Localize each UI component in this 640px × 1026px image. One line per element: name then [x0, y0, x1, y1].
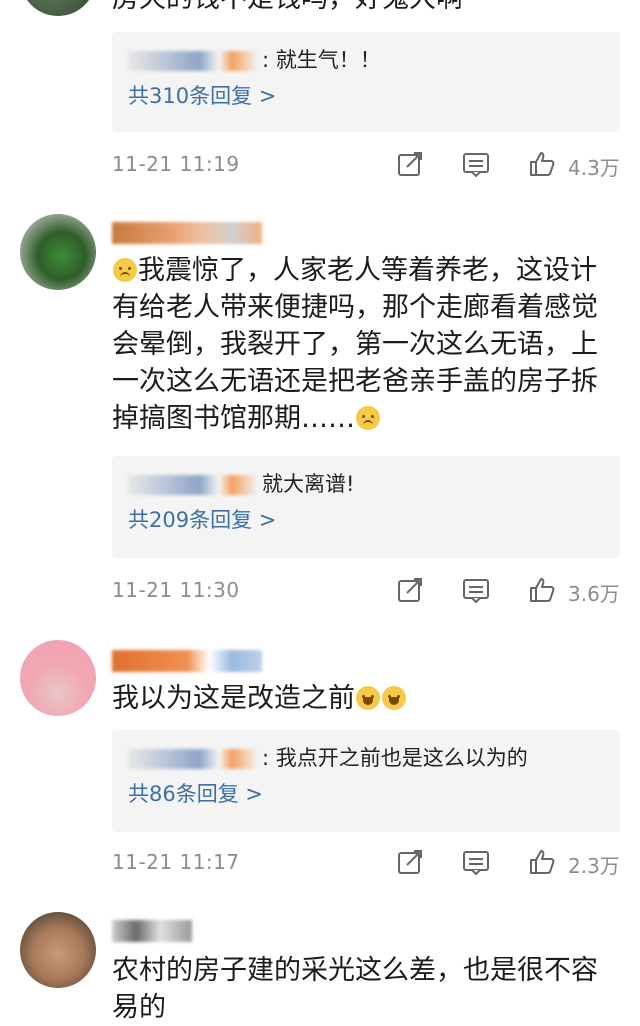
- share-icon[interactable]: [396, 150, 424, 178]
- reply-username[interactable]: [128, 475, 258, 495]
- reply-text: : 我点开之前也是这么以为的: [262, 746, 528, 770]
- username[interactable]: [112, 222, 262, 244]
- like-count: 3.6万: [568, 582, 620, 606]
- comment-text: 农村的房子建的采光这么差，也是很不容易的: [112, 955, 598, 1023]
- comment-icon[interactable]: [462, 848, 490, 876]
- comment-time: 11-21 11:17: [112, 850, 240, 874]
- comment-meta: 11-21 11:17 2.3万: [112, 848, 622, 878]
- reply-count-link[interactable]: 共86条回复 >: [128, 778, 263, 808]
- avatar[interactable]: [20, 214, 96, 290]
- reply-preview: : 就生气！！: [128, 44, 381, 74]
- comment-text: 我以为这是改造之前: [112, 680, 622, 717]
- reply-text: : 就生气！！: [262, 48, 381, 72]
- username[interactable]: [112, 650, 262, 672]
- username[interactable]: [112, 920, 192, 942]
- like-count: 4.3万: [568, 156, 620, 180]
- comment-text: 我震惊了，人家老人等着养老，这设计有给老人带来便捷吗，那个走廊看着感觉会晕倒，我…: [112, 255, 598, 434]
- reply-count-link[interactable]: 共310条回复 >: [128, 80, 276, 110]
- reply-preview: 就大离谱!: [128, 468, 354, 498]
- laugh-cry-icon: [382, 686, 406, 710]
- reply-username[interactable]: [128, 51, 258, 71]
- thumbs-up-icon[interactable]: [528, 848, 556, 876]
- reply-box[interactable]: : 就生气！！ 共310条回复 >: [112, 32, 620, 132]
- share-icon[interactable]: [396, 576, 424, 604]
- reply-preview: : 我点开之前也是这么以为的: [128, 742, 528, 772]
- comment-time: 11-21 11:30: [112, 578, 240, 602]
- upside-down-face-icon: [113, 258, 137, 282]
- comment-icon[interactable]: [462, 576, 490, 604]
- reply-username[interactable]: [128, 749, 258, 769]
- comment-icon[interactable]: [462, 150, 490, 178]
- comment-text: 房天的钱不是钱吗，好鬼大啊: [112, 0, 622, 17]
- avatar[interactable]: [20, 912, 96, 988]
- like-count: 2.3万: [568, 854, 620, 878]
- avatar[interactable]: [20, 0, 96, 16]
- reply-count-link[interactable]: 共209条回复 >: [128, 504, 276, 534]
- comment-meta: 11-21 11:19 4.3万: [112, 150, 622, 180]
- reply-box[interactable]: 就大离谱! 共209条回复 >: [112, 456, 620, 558]
- comment-meta: 11-21 11:30 3.6万: [112, 576, 622, 606]
- upside-down-face-icon: [356, 406, 380, 430]
- avatar[interactable]: [20, 640, 96, 716]
- thumbs-up-icon[interactable]: [528, 576, 556, 604]
- reply-box[interactable]: : 我点开之前也是这么以为的 共86条回复 >: [112, 730, 620, 832]
- thumbs-up-icon[interactable]: [528, 150, 556, 178]
- share-icon[interactable]: [396, 848, 424, 876]
- reply-text: 就大离谱!: [262, 472, 355, 496]
- comment-time: 11-21 11:19: [112, 152, 240, 176]
- laugh-cry-icon: [356, 686, 380, 710]
